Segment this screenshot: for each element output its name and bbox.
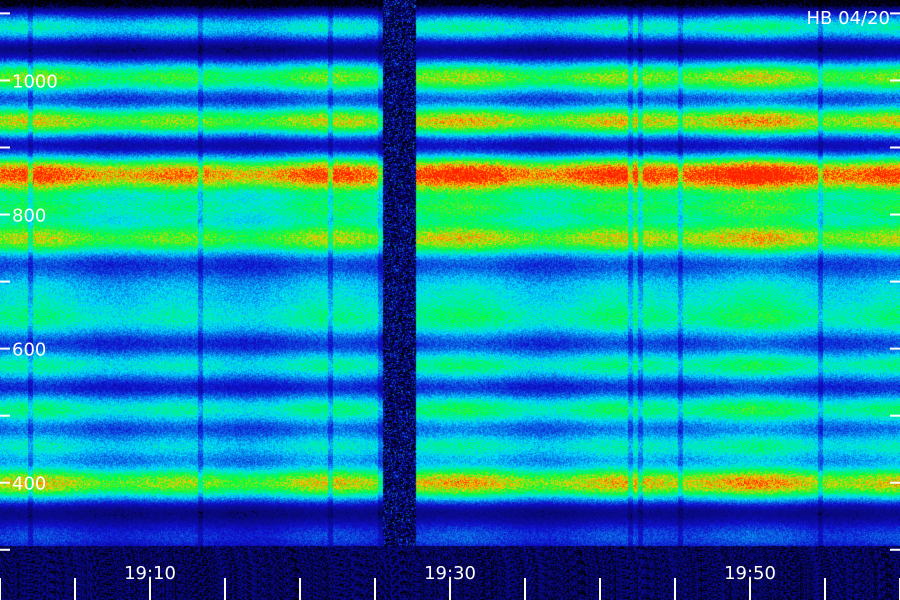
x-tick-label: 19:50 [724,563,776,584]
x-tick-label: 19:10 [124,563,176,584]
y-tick-label: 800 [12,206,46,227]
y-tick-label: 1000 [12,71,58,92]
station-date-tag: HB 04/20 [807,8,890,29]
x-tick-label: 19:30 [424,563,476,584]
y-tick-label: 400 [12,474,46,495]
x-axis-ticks: 19:10 19:30 19:50 [0,563,900,600]
y-tick-label: 600 [12,340,46,361]
y-axis-ticks: 1000 800 600 400 [0,12,900,551]
chart-overlay: 1000 800 600 400 19:10 19:30 19:50 HB 04/20 [0,8,900,600]
